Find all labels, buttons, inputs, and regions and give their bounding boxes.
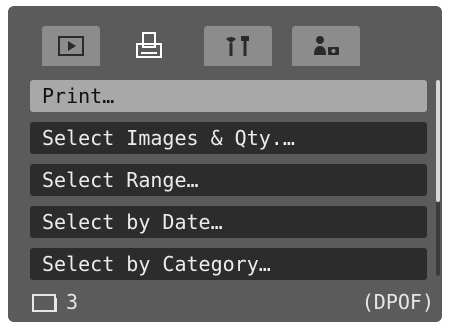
- scroll-thumb[interactable]: [436, 80, 440, 202]
- tab-my-camera[interactable]: [292, 26, 360, 66]
- my-camera-icon: [314, 36, 339, 55]
- menu-scrollbar[interactable]: [436, 80, 440, 276]
- menu-item-select-by-category[interactable]: Select by Category…: [30, 248, 427, 280]
- play-icon: [58, 36, 84, 56]
- menu-item-select-by-date[interactable]: Select by Date…: [30, 206, 427, 238]
- print-copies-icon: [32, 294, 57, 312]
- print-count: 3: [66, 290, 79, 314]
- menu-item-select-range[interactable]: Select Range…: [30, 164, 427, 196]
- settings-icon: [226, 36, 249, 56]
- menu-item-print[interactable]: Print…: [30, 80, 427, 112]
- camera-menu-screen: Print… Select Images & Qty.… Select Rang…: [8, 6, 442, 322]
- menu-item-select-images-qty[interactable]: Select Images & Qty.…: [30, 122, 427, 154]
- print-menu: Print… Select Images & Qty.… Select Rang…: [30, 80, 440, 280]
- dpof-mode-label: (DPOF): [361, 290, 434, 314]
- tab-setup[interactable]: [204, 26, 272, 66]
- tab-print[interactable]: [118, 26, 180, 66]
- status-bar: 3 (DPOF): [8, 282, 442, 322]
- print-icon: [136, 32, 162, 58]
- tab-playback[interactable]: [42, 26, 100, 66]
